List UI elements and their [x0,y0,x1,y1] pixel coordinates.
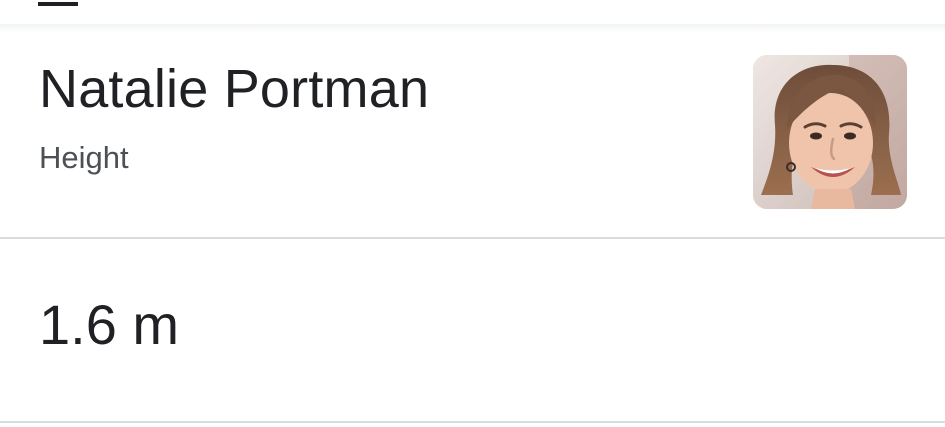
section-divider-bottom [0,421,945,423]
knowledge-card: Natalie Portman Height 1.6 m [0,0,945,427]
answer-value: 1.6 m [39,293,180,356]
section-divider [0,237,945,239]
portrait-image [753,55,907,209]
entity-attribute-label: Height [39,140,129,175]
drag-handle-indicator[interactable] [38,2,78,6]
entity-photo[interactable] [753,55,907,209]
top-bar [0,0,945,26]
entity-title[interactable]: Natalie Portman [39,62,429,116]
top-bar-shadow [0,24,945,32]
